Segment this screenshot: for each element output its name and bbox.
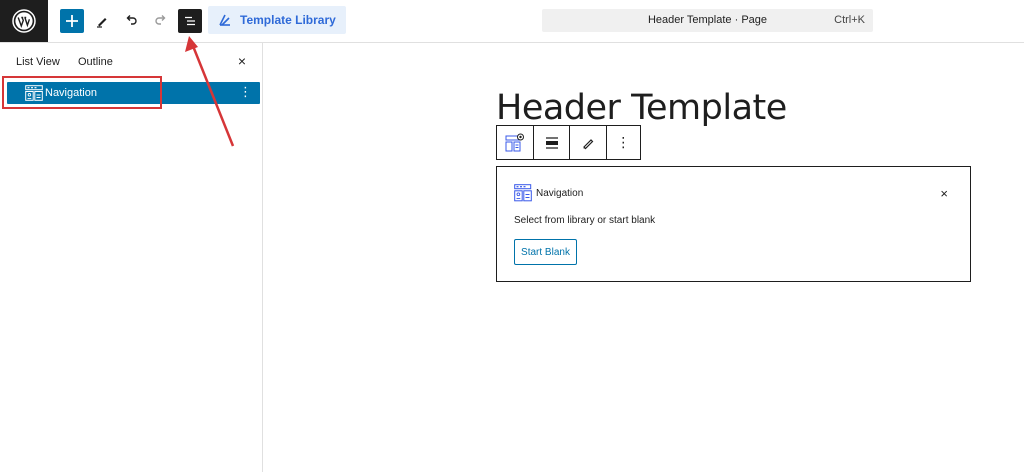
pencil-icon bbox=[583, 138, 594, 149]
command-shortcut: Ctrl+K bbox=[834, 14, 865, 26]
align-button[interactable] bbox=[534, 126, 571, 159]
navigation-placeholder: Navigation × Select from library or star… bbox=[496, 166, 971, 282]
placeholder-description: Select from library or start blank bbox=[514, 215, 656, 226]
edit-button[interactable] bbox=[570, 126, 607, 159]
annotation-highlight-box bbox=[2, 76, 162, 109]
sidebar-tabs: List View Outline × bbox=[0, 43, 262, 79]
block-toolbar: ⋮ bbox=[496, 125, 641, 160]
document-title: Header Template · Page bbox=[647, 14, 768, 26]
plus-icon bbox=[66, 15, 78, 27]
editor-header: Template Library Header Template · Page … bbox=[0, 0, 1024, 43]
close-icon[interactable]: × bbox=[234, 53, 250, 69]
undo-icon bbox=[126, 15, 137, 25]
template-library-button[interactable]: Template Library bbox=[208, 6, 346, 34]
more-options-button[interactable]: ⋮ bbox=[607, 126, 640, 159]
align-icon bbox=[545, 136, 558, 149]
list-view-icon bbox=[185, 16, 195, 26]
redo-icon bbox=[155, 15, 166, 25]
close-icon[interactable]: × bbox=[940, 187, 948, 200]
navigation-block-icon bbox=[514, 184, 534, 202]
undo-button[interactable] bbox=[119, 9, 143, 33]
more-vertical-icon: ⋮ bbox=[616, 134, 631, 150]
pencil-icon bbox=[97, 18, 107, 28]
navigation-block-icon bbox=[505, 133, 525, 151]
template-library-icon bbox=[219, 14, 230, 26]
placeholder-title: Navigation bbox=[536, 188, 584, 199]
tab-list-view[interactable]: List View bbox=[16, 56, 60, 68]
block-type-button[interactable] bbox=[497, 126, 535, 159]
page-title[interactable]: Header Template bbox=[496, 88, 787, 128]
start-blank-button[interactable]: Start Blank bbox=[514, 239, 577, 265]
tab-outline[interactable]: Outline bbox=[78, 56, 113, 68]
wordpress-logo-button[interactable] bbox=[0, 0, 48, 42]
redo-button[interactable] bbox=[149, 9, 173, 33]
template-library-label: Template Library bbox=[240, 13, 336, 27]
more-vertical-icon[interactable]: ⋮ bbox=[239, 85, 252, 99]
command-palette-button[interactable]: Header Template · Page Ctrl+K bbox=[542, 9, 873, 32]
list-view-button[interactable] bbox=[178, 9, 202, 33]
tools-button[interactable] bbox=[90, 9, 114, 33]
wordpress-logo-icon bbox=[12, 9, 36, 33]
add-block-button[interactable] bbox=[60, 9, 84, 33]
